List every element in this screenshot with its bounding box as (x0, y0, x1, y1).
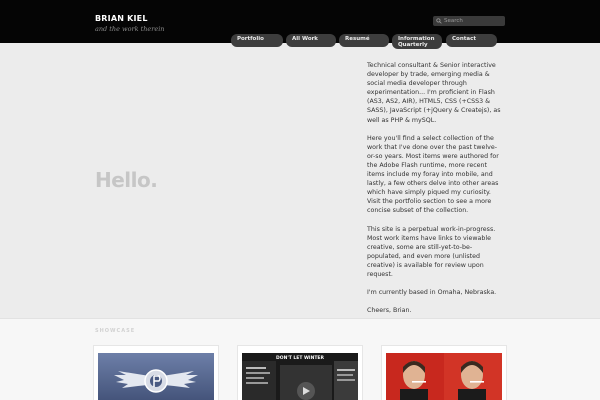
search-icon (436, 18, 442, 24)
dont-let-winter-thumbnail[interactable]: DON'T LET WINTER (242, 353, 358, 400)
nav-resume[interactable]: Resumé (339, 34, 389, 47)
portrait-image (386, 353, 502, 400)
hello-heading: Hello. (95, 168, 158, 192)
nav-information-quarterly[interactable]: Information Quarterly (392, 34, 442, 49)
nav-all-work[interactable]: All Work (286, 34, 336, 47)
showcase-item-1[interactable] (93, 345, 219, 400)
showcase-section: SHOWCASE DON'T LET WINTER (0, 318, 600, 400)
main-nav: Portfolio All Work Resumé Information Qu… (0, 34, 600, 49)
intro-paragraph: Cheers, Brian. (367, 307, 412, 315)
intro-text: Technical consultant & Senior interactiv… (367, 61, 505, 324)
intro-paragraph: This site is a perpetual work-in-progres… (367, 225, 496, 278)
showcase-item-2[interactable]: DON'T LET WINTER (237, 345, 363, 400)
portrait-thumbnail[interactable] (386, 353, 502, 400)
winged-emblem-image (98, 353, 214, 400)
nav-portfolio[interactable]: Portfolio (231, 34, 283, 47)
intro-paragraph: I'm currently based in Omaha, Nebraska. (367, 289, 497, 297)
search-input[interactable] (444, 16, 504, 26)
site-tagline: and the work therein (95, 25, 165, 33)
showcase-heading: SHOWCASE (95, 328, 136, 334)
showcase-item-3[interactable] (381, 345, 507, 400)
dont-let-winter-image: DON'T LET WINTER (242, 353, 358, 400)
search-box[interactable] (433, 16, 505, 26)
intro-paragraph: Technical consultant & Senior interactiv… (367, 62, 501, 124)
winged-emblem-thumbnail[interactable] (98, 353, 214, 400)
thumbnail-headline: DON'T LET WINTER (276, 355, 324, 361)
site-title[interactable]: BRIAN KIEL (95, 14, 148, 23)
nav-contact[interactable]: Contact (446, 34, 497, 47)
intro-paragraph: Here you'll find a select collection of … (367, 134, 499, 215)
